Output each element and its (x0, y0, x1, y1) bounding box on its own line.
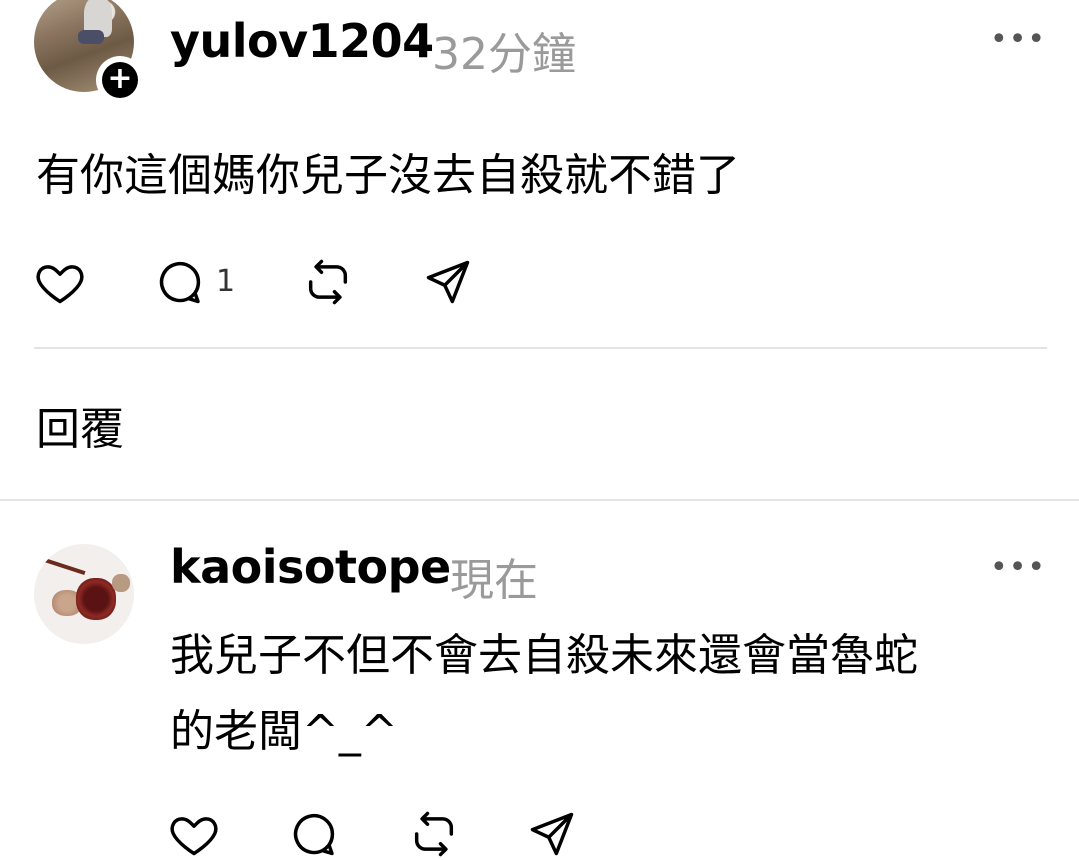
reply-count: 1 (216, 264, 236, 299)
avatar[interactable] (34, 544, 134, 644)
divider (34, 347, 1047, 349)
share-icon[interactable] (526, 808, 578, 860)
comment-icon[interactable] (288, 808, 340, 860)
post-time: 32分鐘 (432, 29, 576, 80)
heart-icon[interactable] (34, 256, 86, 308)
comment-icon[interactable] (154, 256, 206, 308)
replies-header: 回覆 (36, 404, 124, 455)
reply-text-line2: 的老闆^_^ (170, 706, 398, 757)
more-icon[interactable]: ••• (990, 22, 1046, 57)
heart-icon[interactable] (168, 808, 220, 860)
share-icon[interactable] (422, 256, 474, 308)
follow-button[interactable]: + (96, 56, 144, 104)
more-icon[interactable]: ••• (990, 550, 1046, 585)
avatar-flower (112, 574, 130, 592)
repost-icon[interactable] (302, 256, 354, 308)
avatar-figure-legs (78, 30, 104, 44)
reply-time: 現在 (450, 555, 538, 606)
reply-text-line1: 我兒子不但不會去自殺未來還會當魯蛇 (170, 630, 918, 681)
reply-username[interactable]: kaoisotope (170, 540, 451, 594)
avatar-flower (76, 578, 116, 620)
repost-icon[interactable] (408, 808, 460, 860)
divider (0, 499, 1079, 501)
avatar-stem (40, 556, 86, 576)
plus-icon: + (102, 62, 138, 98)
post-username[interactable]: yulov1204 (170, 14, 434, 68)
post-text: 有你這個媽你兒子沒去自殺就不錯了 (36, 150, 740, 201)
